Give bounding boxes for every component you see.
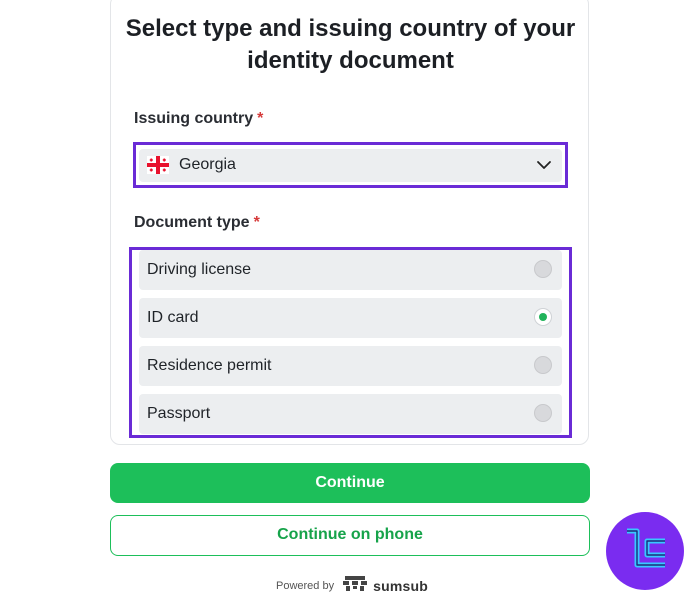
radio-residence-permit[interactable]: [534, 356, 552, 374]
option-label: Passport: [147, 405, 211, 422]
option-label: Residence permit: [147, 357, 272, 374]
issuing-country-label-text: Issuing country: [134, 110, 254, 127]
page-title: Select type and issuing country of your …: [125, 15, 576, 74]
radio-driving-license[interactable]: [534, 260, 552, 278]
document-type-label-text: Document type: [134, 214, 250, 231]
chevron-down-icon: [536, 157, 552, 173]
georgia-flag-icon: [147, 156, 169, 174]
issuing-country-select[interactable]: Georgia: [139, 149, 562, 182]
powered-by-text: Powered by: [276, 580, 335, 592]
option-label: Driving license: [147, 261, 252, 278]
option-driving-license[interactable]: Driving license: [139, 250, 562, 290]
continue-on-phone-button[interactable]: Continue on phone: [110, 515, 590, 556]
radio-passport[interactable]: [534, 404, 552, 422]
radio-id-card[interactable]: [534, 308, 552, 326]
issuing-country-label: Issuing country *: [134, 110, 263, 128]
country-value: Georgia: [179, 156, 236, 173]
continue-button[interactable]: Continue: [110, 463, 590, 503]
option-label: ID card: [147, 309, 199, 326]
sumsub-logo-icon: [342, 575, 368, 598]
option-residence-permit[interactable]: Residence permit: [139, 346, 562, 386]
option-passport[interactable]: Passport: [139, 394, 562, 434]
document-type-label: Document type *: [134, 214, 260, 232]
powered-by-footer: Powered by sumsub: [276, 575, 428, 598]
document-selection-card: Select type and issuing country of your …: [110, 0, 589, 445]
tc-logo-icon: [606, 512, 684, 590]
required-asterisk: *: [253, 214, 260, 231]
option-id-card[interactable]: ID card: [139, 298, 562, 338]
required-asterisk: *: [257, 110, 264, 127]
brand-name: sumsub: [373, 578, 428, 594]
